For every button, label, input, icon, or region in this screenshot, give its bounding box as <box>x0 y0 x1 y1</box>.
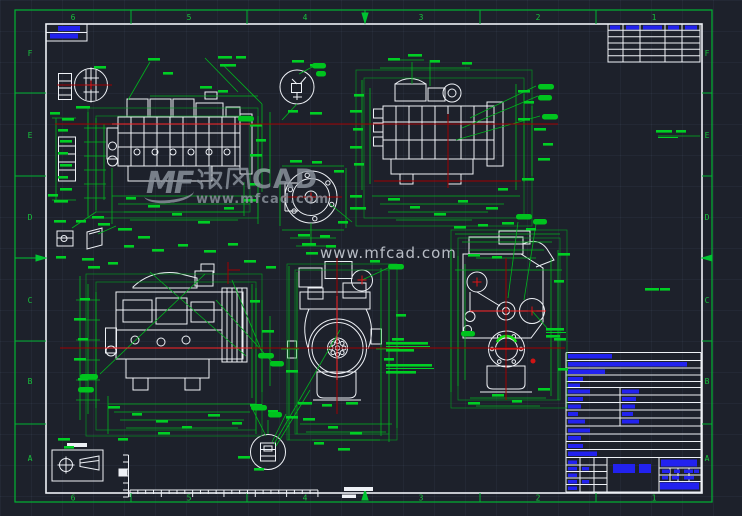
svg-text:4: 4 <box>303 494 308 503</box>
mfcad-brand-cjk-glyphs <box>196 165 251 190</box>
view-side-bottom-left <box>105 263 248 391</box>
view-side-top-right <box>373 78 504 185</box>
svg-text:B: B <box>28 377 33 386</box>
mfcad-watermark: MF CAD www.mfcad.com <box>143 164 330 212</box>
svg-text:5: 5 <box>187 494 192 503</box>
svg-text:A: A <box>28 454 33 463</box>
svg-text:1: 1 <box>652 494 657 503</box>
svg-text:2: 2 <box>536 494 541 503</box>
svg-text:4: 4 <box>303 13 308 22</box>
view-bracket-detail-1 <box>56 230 74 247</box>
svg-text:2: 2 <box>536 13 541 22</box>
svg-text:D: D <box>705 213 710 222</box>
projection-legend-box <box>51 449 104 482</box>
center-watermark-url: www.mfcad.com <box>320 244 457 262</box>
engine-views <box>51 67 555 498</box>
svg-text:B: B <box>705 377 710 386</box>
scale-rulers <box>123 454 319 498</box>
revision-table <box>607 23 701 63</box>
view-bracket-detail-2 <box>86 227 103 250</box>
svg-text:3: 3 <box>419 13 424 22</box>
view-mount-flange <box>58 136 76 182</box>
svg-text:3: 3 <box>419 494 424 503</box>
svg-text:A: A <box>705 454 710 463</box>
svg-text:E: E <box>28 131 33 140</box>
cad-sheet: 6 5 4 3 2 1 6 5 4 3 2 1 F E D C B A F E D C B A MF CAD www.mfca… <box>0 0 742 516</box>
dimension-text-marks <box>48 54 686 471</box>
svg-text:6: 6 <box>71 494 76 503</box>
svg-text:C: C <box>705 296 710 305</box>
svg-text:F: F <box>705 49 710 58</box>
svg-text:6: 6 <box>71 13 76 22</box>
svg-text:C: C <box>28 296 33 305</box>
svg-text:D: D <box>28 213 33 222</box>
mfcad-watermark-url: www.mfcad.com <box>196 192 330 207</box>
mfcad-brand-latin: CAD <box>252 164 319 195</box>
svg-text:1: 1 <box>652 13 657 22</box>
svg-text:F: F <box>28 49 33 58</box>
view-front-bottom-center <box>287 261 382 401</box>
view-detail-top-center <box>279 69 315 105</box>
svg-text:E: E <box>705 131 710 140</box>
svg-text:5: 5 <box>187 13 192 22</box>
